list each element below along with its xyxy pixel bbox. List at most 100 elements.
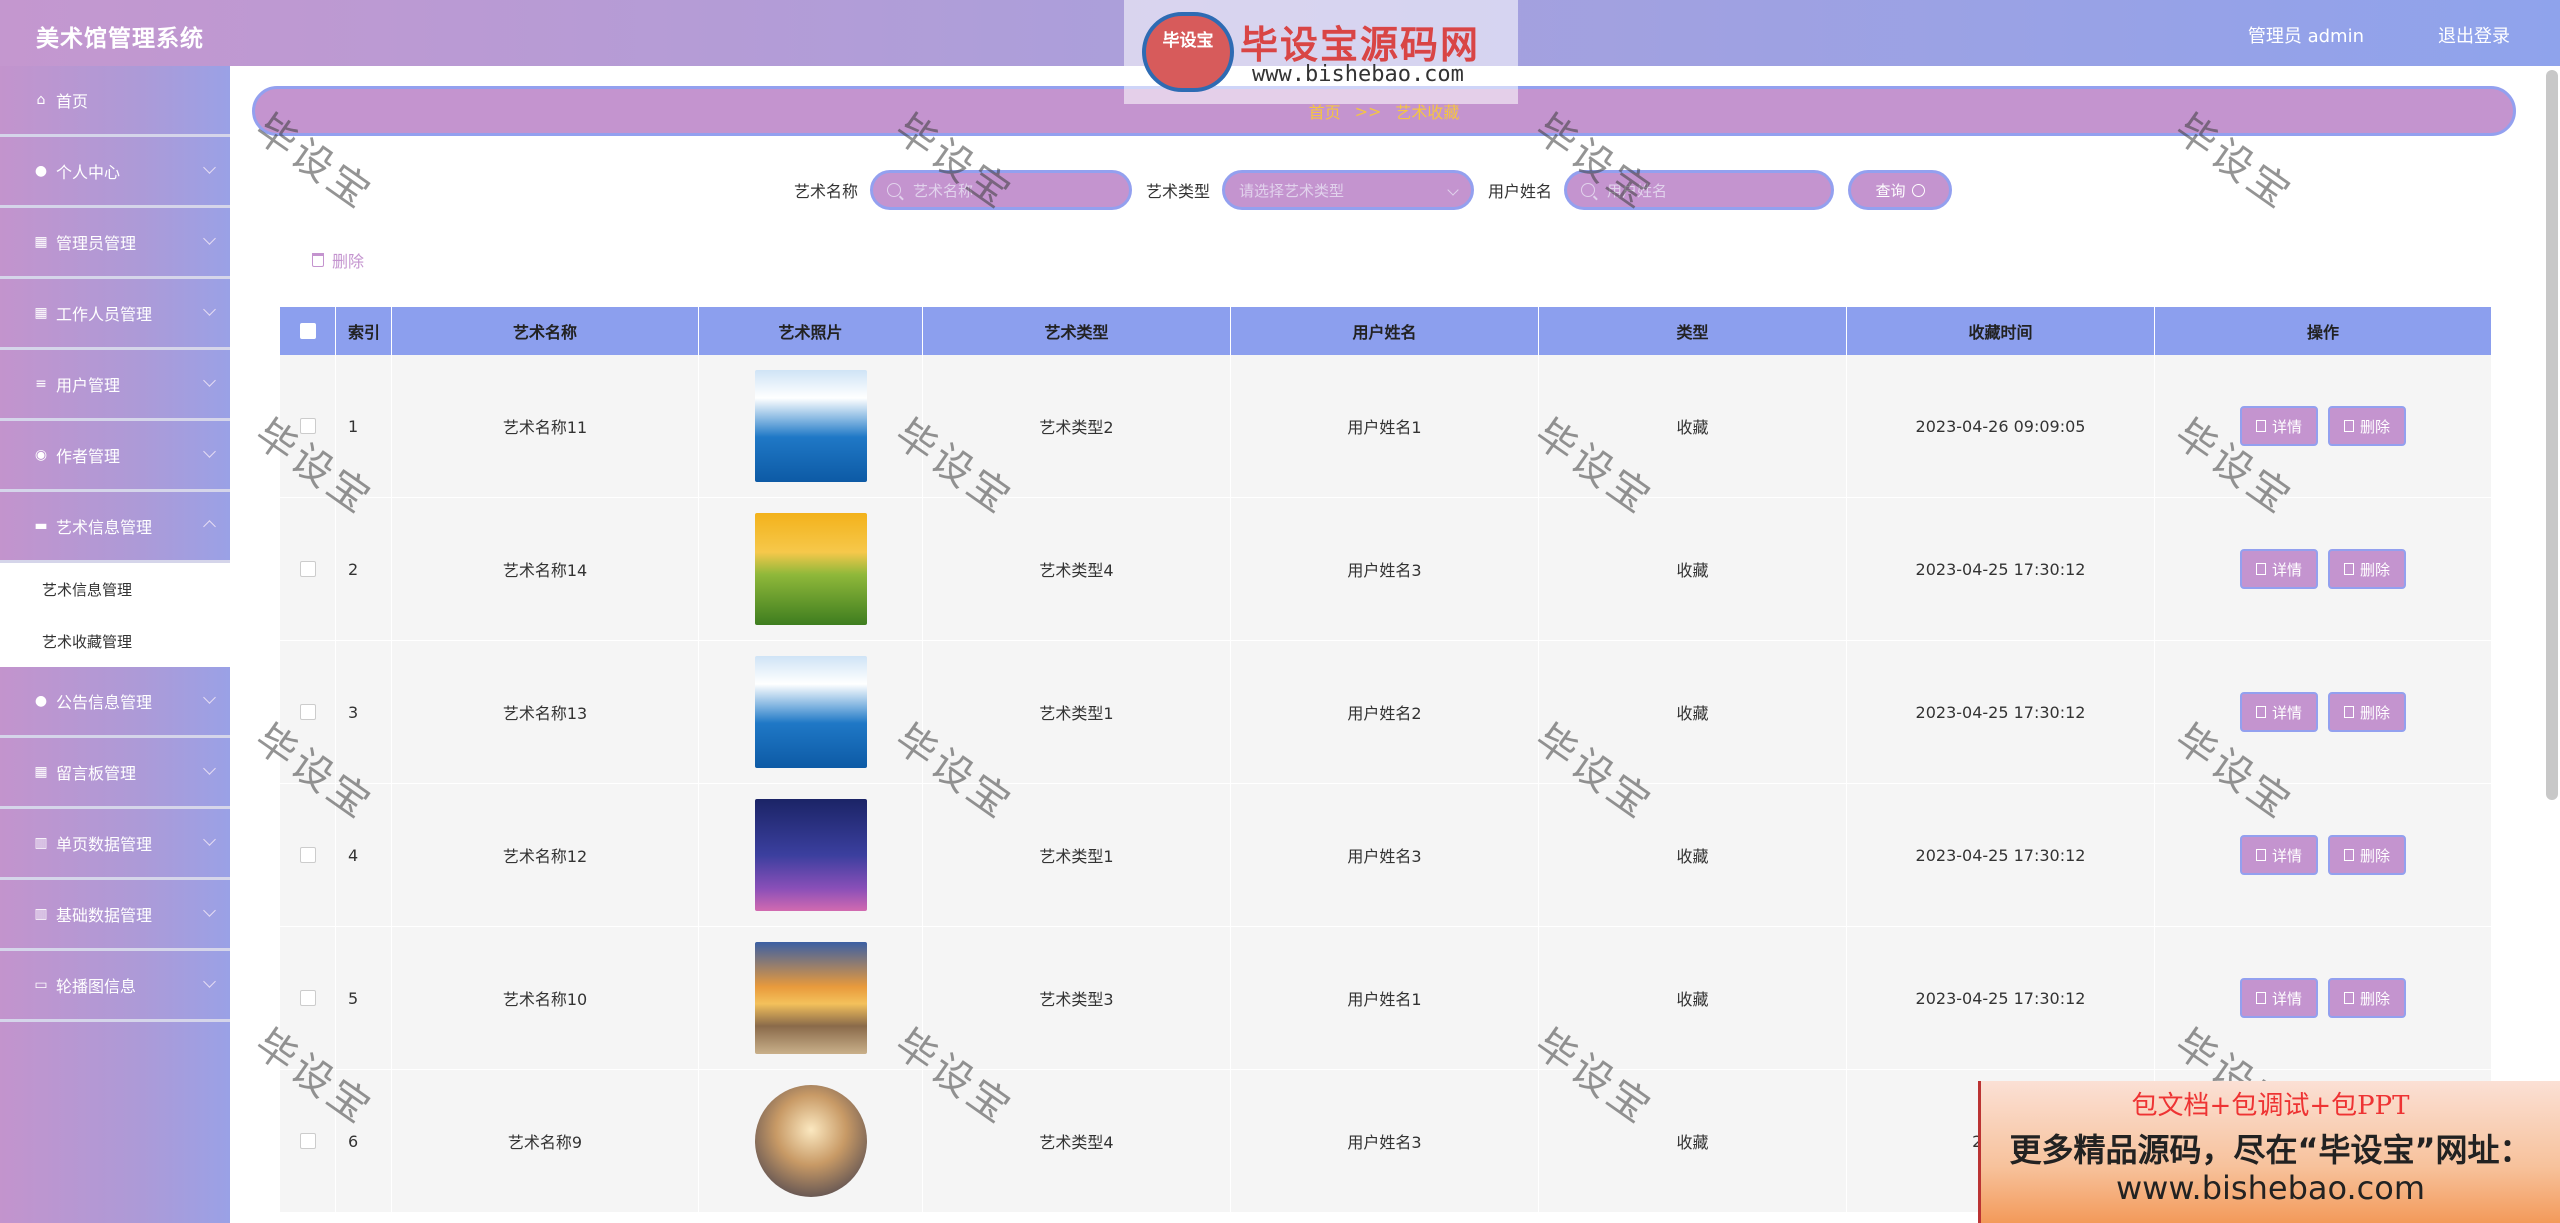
home-icon: ⌂ [36, 92, 46, 108]
detail-button[interactable]: 详情 [2239, 406, 2318, 446]
delete-button[interactable]: 删除 [2328, 978, 2407, 1018]
delete-button[interactable]: 删除 [2328, 406, 2407, 446]
record-kind: 收藏 [1539, 641, 1847, 783]
sidebar-item-art-info-management[interactable]: ▬ 艺术信息管理 [0, 492, 230, 563]
art-type: 艺术类型2 [923, 355, 1231, 497]
art-photo-tower [754, 799, 867, 911]
breadcrumb-separator: >> [1354, 101, 1382, 121]
delete-label: 删除 [2360, 989, 2391, 1008]
column-header: 艺术照片 [699, 307, 923, 355]
trash-icon [312, 253, 324, 267]
sidebar-item-author-management[interactable]: ◉ 作者管理 [0, 421, 230, 492]
row-checkbox[interactable] [299, 847, 316, 863]
grid-icon: ▦ [34, 234, 48, 250]
art-type-select[interactable]: 请选择艺术类型 [1222, 170, 1475, 210]
art-photo-flowers [754, 513, 867, 625]
sidebar-item-base-data[interactable]: ▥ 基础数据管理 [0, 880, 230, 951]
app-title: 美术馆管理系统 [36, 26, 204, 52]
column-header: 艺术名称 [392, 307, 699, 355]
delete-label: 删除 [2360, 703, 2391, 722]
sidebar-item-user-management[interactable]: ≡ 用户管理 [0, 350, 230, 421]
logout-button[interactable]: 退出登录 [2438, 22, 2510, 48]
table-row: 4 艺术名称12 艺术类型1 用户姓名3 收藏 2023-04-25 17:30… [280, 784, 2492, 927]
trash-icon [2344, 849, 2354, 861]
query-label: 查询 [1875, 181, 1906, 200]
detail-button[interactable]: 详情 [2239, 692, 2318, 732]
ad-banner[interactable]: 包文档+包调试+包PPT 更多精品源码，尽在“毕设宝”网址： www.bishe… [1978, 1081, 2560, 1223]
sidebar-item-label: 轮播图信息 [56, 977, 137, 996]
art-name: 艺术名称12 [392, 784, 699, 926]
user-icon: ● [34, 163, 48, 179]
art-name: 艺术名称10 [392, 927, 699, 1069]
user-icon: ● [34, 693, 48, 709]
detail-label: 详情 [2271, 989, 2302, 1008]
trash-icon [2344, 706, 2354, 718]
collection-table: 索引 艺术名称 艺术照片 艺术类型 用户姓名 类型 收藏时间 操作 1 艺术名称… [280, 307, 2492, 1213]
column-header: 类型 [1539, 307, 1847, 355]
sidebar-item-label: 管理员管理 [56, 234, 137, 253]
sidebar-item-label: 艺术信息管理 [56, 518, 153, 537]
document-icon [2255, 563, 2266, 575]
collect-time: 2023-04-25 17:30:12 [1847, 498, 2155, 640]
document-icon [2255, 992, 2266, 1004]
chevron-down-icon [203, 833, 216, 846]
table-header: 索引 艺术名称 艺术照片 艺术类型 用户姓名 类型 收藏时间 操作 [280, 307, 2492, 355]
delete-label: 删除 [2360, 560, 2391, 579]
sidebar-item-admin-management[interactable]: ▦ 管理员管理 [0, 208, 230, 279]
submenu-item-art-collection[interactable]: 艺术收藏管理 [0, 615, 230, 667]
search-icon [887, 183, 902, 197]
scrollbar[interactable] [2546, 70, 2558, 800]
row-index: 4 [336, 784, 392, 926]
art-photo-desert [754, 1085, 867, 1197]
trash-icon [2344, 992, 2354, 1004]
chart-icon: ▥ [34, 906, 48, 922]
chevron-down-icon [203, 161, 216, 174]
detail-button[interactable]: 详情 [2239, 549, 2318, 589]
bulk-delete-button[interactable]: 删除 [312, 248, 364, 272]
user-name: 用户姓名3 [1231, 1070, 1539, 1212]
column-header: 操作 [2155, 307, 2492, 355]
row-checkbox[interactable] [299, 418, 316, 434]
query-button[interactable]: 查询 [1848, 170, 1953, 210]
sidebar-item-single-page-data[interactable]: ▥ 单页数据管理 [0, 809, 230, 880]
ad-line-3: www.bishebao.com [2115, 1169, 2426, 1207]
sidebar-item-label: 首页 [56, 92, 89, 111]
art-photo-sunset [754, 942, 867, 1054]
table-row: 2 艺术名称14 艺术类型4 用户姓名3 收藏 2023-04-25 17:30… [280, 498, 2492, 641]
row-index: 5 [336, 927, 392, 1069]
sidebar-item-personal-center[interactable]: ● 个人中心 [0, 137, 230, 208]
art-name: 艺术名称11 [392, 355, 699, 497]
row-checkbox[interactable] [299, 561, 316, 577]
delete-button[interactable]: 删除 [2328, 549, 2407, 589]
delete-button[interactable]: 删除 [2328, 692, 2407, 732]
user-name: 用户姓名1 [1231, 927, 1539, 1069]
row-checkbox[interactable] [299, 704, 316, 720]
record-kind: 收藏 [1539, 355, 1847, 497]
trash-icon [2344, 563, 2354, 575]
submenu-item-art-info[interactable]: 艺术信息管理 [0, 563, 230, 615]
chevron-down-icon [1447, 184, 1459, 196]
column-header: 艺术类型 [923, 307, 1231, 355]
sidebar-item-home[interactable]: ⌂ 首页 [0, 66, 230, 137]
row-checkbox[interactable] [299, 1133, 316, 1149]
art-name-input[interactable]: 艺术名称 [870, 170, 1133, 210]
row-checkbox[interactable] [299, 990, 316, 1006]
sidebar-item-notice-management[interactable]: ● 公告信息管理 [0, 667, 230, 738]
chevron-down-icon [203, 232, 216, 245]
user-name-input[interactable]: 用户姓名 [1564, 170, 1835, 210]
sidebar-item-carousel-info[interactable]: ▭ 轮播图信息 [0, 951, 230, 1022]
record-kind: 收藏 [1539, 927, 1847, 1069]
row-index: 6 [336, 1070, 392, 1212]
sidebar-item-staff-management[interactable]: ▦ 工作人员管理 [0, 279, 230, 350]
list-icon: ≡ [35, 376, 47, 392]
select-all-checkbox[interactable] [299, 323, 316, 339]
art-name: 艺术名称14 [392, 498, 699, 640]
delete-button[interactable]: 删除 [2328, 835, 2407, 875]
detail-button[interactable]: 详情 [2239, 978, 2318, 1018]
search-icon [1911, 183, 1925, 197]
sidebar-item-label: 作者管理 [56, 447, 121, 466]
detail-button[interactable]: 详情 [2239, 835, 2318, 875]
ad-line-2: 更多精品源码，尽在“毕设宝”网址： [2009, 1131, 2532, 1169]
admin-label: 管理员 admin [2247, 26, 2364, 47]
sidebar-item-message-board[interactable]: ▦ 留言板管理 [0, 738, 230, 809]
